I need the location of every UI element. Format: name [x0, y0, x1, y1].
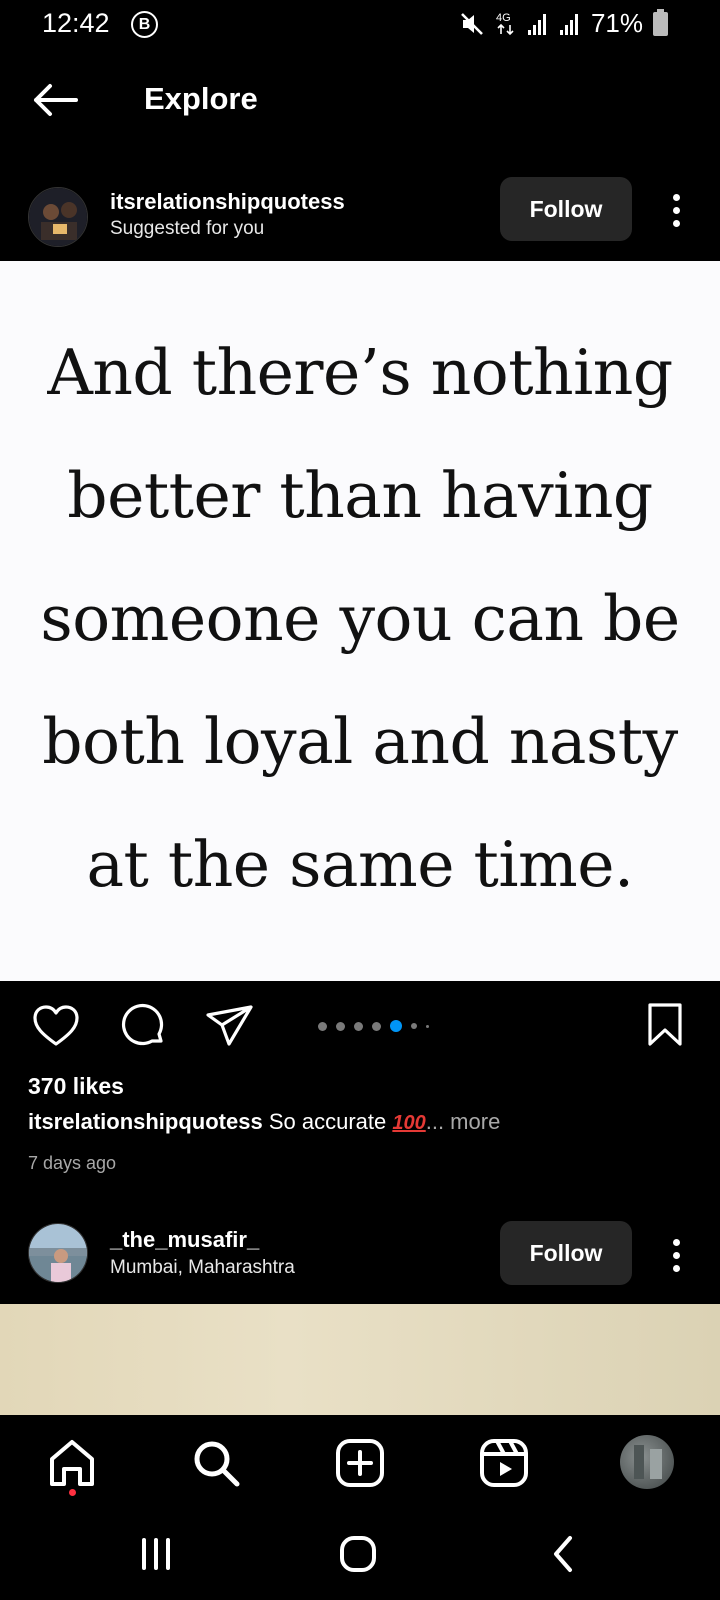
- avatar[interactable]: [28, 1223, 88, 1283]
- carousel-dot: [426, 1024, 429, 1028]
- page-title: Explore: [144, 81, 258, 116]
- carousel-dot: [411, 1023, 417, 1029]
- svg-text:4G: 4G: [496, 12, 511, 24]
- signal-icon-1: [527, 13, 546, 35]
- quote-line: both loyal and nasty: [42, 705, 678, 778]
- b-notification-icon: B: [131, 11, 158, 38]
- carousel-dot: [372, 1021, 381, 1031]
- quote-text: And there’s nothing better than having s…: [40, 311, 680, 926]
- post-caption[interactable]: itsrelationshipquotess So accurate 100..…: [28, 1109, 500, 1135]
- status-icons: 4G 71%: [459, 8, 668, 39]
- status-time: 12:42: [42, 8, 110, 38]
- network-4g-icon: 4G: [496, 12, 514, 35]
- caption-text: So accurate: [262, 1109, 393, 1134]
- search-icon[interactable]: [190, 1437, 242, 1489]
- like-heart-icon[interactable]: [32, 1004, 80, 1048]
- more-options-icon[interactable]: [664, 191, 688, 227]
- follow-button[interactable]: Follow: [500, 177, 632, 241]
- battery-icon: [653, 8, 668, 36]
- post-username[interactable]: itsrelationshipquotess: [110, 189, 345, 215]
- carousel-dot-active: [390, 1020, 402, 1032]
- share-send-icon[interactable]: [205, 1003, 255, 1049]
- home-button-icon[interactable]: [338, 1534, 378, 1574]
- bottom-nav: [0, 1415, 720, 1510]
- signal-icon-2: [559, 13, 578, 35]
- post-header: _the_musafir_ Mumbai, Maharashtra Follow: [0, 1221, 720, 1303]
- quote-line: better than having: [67, 459, 653, 532]
- home-icon[interactable]: [46, 1437, 98, 1489]
- hundred-points-emoji: 100: [392, 1112, 426, 1134]
- reels-icon[interactable]: [478, 1437, 530, 1489]
- more-options-icon[interactable]: [664, 1236, 688, 1272]
- back-button-icon[interactable]: [548, 1534, 578, 1574]
- post-subtitle: Suggested for you: [110, 218, 265, 239]
- quote-line: someone you can be: [40, 582, 680, 655]
- carousel-dot: [336, 1021, 345, 1031]
- avatar[interactable]: [28, 187, 88, 247]
- post-header: itsrelationshipquotess Suggested for you…: [0, 177, 720, 259]
- create-post-icon[interactable]: [334, 1437, 386, 1489]
- system-nav-bar: [0, 1510, 720, 1600]
- caption-username[interactable]: itsrelationshipquotess: [28, 1109, 263, 1134]
- explore-header: Explore: [0, 60, 720, 140]
- post-username[interactable]: _the_musafir_: [110, 1227, 259, 1253]
- likes-count[interactable]: 370 likes: [28, 1073, 124, 1100]
- post-timestamp: 7 days ago: [28, 1153, 117, 1173]
- status-bar: 12:42 B 4G 71%: [0, 0, 720, 48]
- profile-avatar[interactable]: [620, 1435, 674, 1489]
- comment-icon[interactable]: [119, 1003, 167, 1051]
- carousel-dot: [354, 1021, 363, 1031]
- post-location[interactable]: Mumbai, Maharashtra: [110, 1257, 295, 1279]
- carousel-dot: [318, 1021, 327, 1031]
- follow-button[interactable]: Follow: [500, 1221, 632, 1285]
- post-actions: [0, 1000, 720, 1060]
- quote-line: And there’s nothing: [47, 336, 673, 409]
- notification-dot: [69, 1489, 76, 1496]
- caption-more-link[interactable]: ... more: [426, 1109, 501, 1134]
- carousel-indicator: [318, 1020, 429, 1032]
- post-image[interactable]: And there’s nothing better than having s…: [0, 261, 720, 981]
- battery-percent: 71%: [590, 8, 643, 38]
- recent-apps-icon[interactable]: [138, 1536, 174, 1572]
- quote-line: at the same time.: [86, 828, 634, 901]
- back-arrow-icon[interactable]: [30, 80, 80, 120]
- post-image[interactable]: [0, 1304, 720, 1415]
- mute-icon: [461, 12, 483, 35]
- save-bookmark-icon[interactable]: [646, 1002, 684, 1048]
